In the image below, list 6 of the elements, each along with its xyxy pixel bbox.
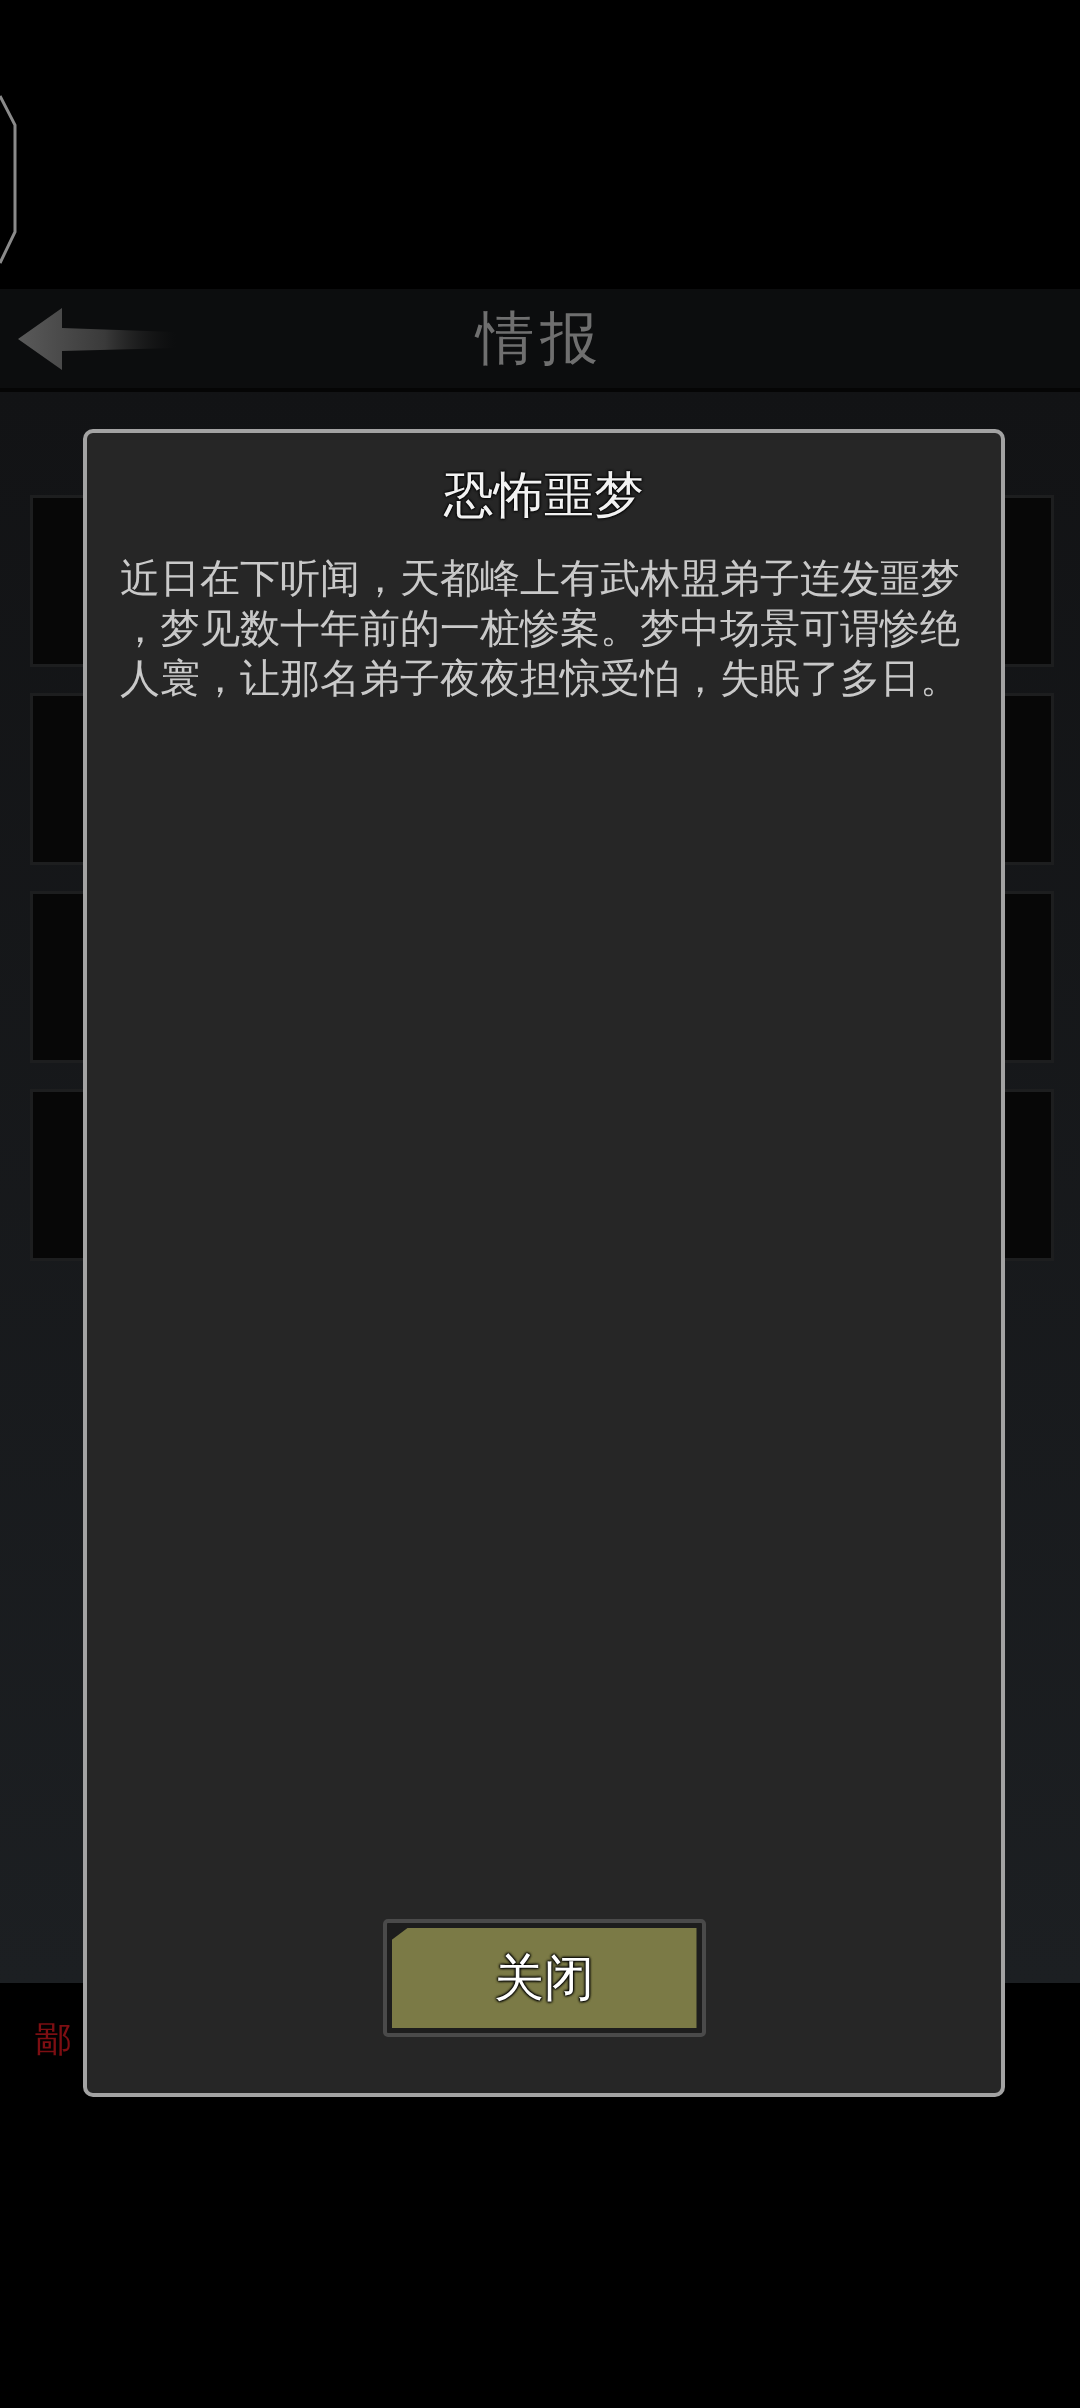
dialog-message: 近日在下听闻，天都峰上有武林盟弟子连发噩梦，梦见数十年前的一桩惨案。梦中场景可谓惨绝人寰，让那名弟子夜夜担惊受怕，失眠了多日。	[120, 554, 961, 703]
close-button[interactable]: 关闭	[382, 1919, 706, 2037]
octagon-edge-icon	[0, 95, 17, 265]
page-title: 情报	[476, 304, 604, 373]
footer-text: 鄙	[35, 2018, 71, 2059]
dialog-title: 恐怖噩梦	[444, 465, 644, 525]
